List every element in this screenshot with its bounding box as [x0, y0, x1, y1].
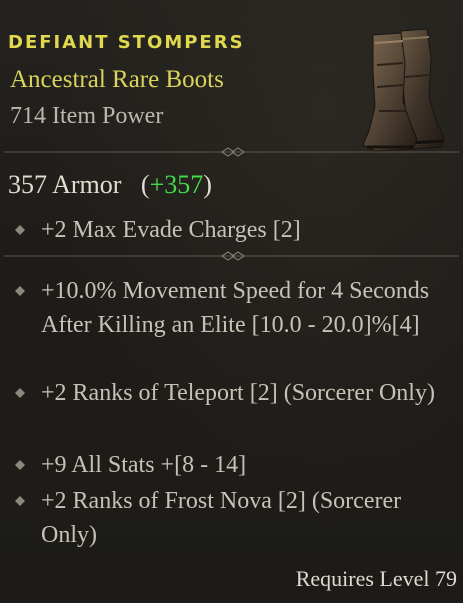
divider [4, 146, 459, 158]
affix-line: +2 Ranks of Teleport [2] (Sorcerer Only) [41, 380, 435, 406]
affix-line: +9 All Stats +[8 - 14] [41, 452, 247, 478]
affix-bullet-icon [15, 460, 25, 470]
affix-bullet-icon [15, 496, 25, 506]
armor-stat: 357 Armor (+357) [8, 170, 212, 200]
implicit-affix: +2 Max Evade Charges [2] [41, 217, 301, 243]
affix-bullet-icon [15, 286, 25, 296]
boots-icon [355, 27, 447, 155]
armor-bonus-close: ) [203, 170, 212, 199]
affix-line: +2 Ranks of Frost Nova [2] (Sorcerer Onl… [41, 488, 402, 548]
item-type: Ancestral Rare Boots [10, 66, 224, 93]
level-requirement: Requires Level 79 [295, 566, 457, 591]
affix-line: +10.0% Movement Speed for 4 Seconds Afte… [41, 278, 430, 338]
item-name: DEFIANT STOMPERS [8, 32, 245, 53]
item-tooltip: DEFIANT STOMPERS Ancestral Rare Boots 71… [0, 0, 463, 603]
affix-bullet-icon [15, 225, 25, 235]
armor-bonus-open: ( [140, 170, 150, 199]
divider [4, 250, 459, 262]
affix-bullet-icon [15, 388, 25, 398]
item-power: 714 Item Power [10, 103, 164, 129]
armor-value: 357 Armor [8, 170, 122, 199]
armor-bonus: +357 [149, 170, 204, 199]
